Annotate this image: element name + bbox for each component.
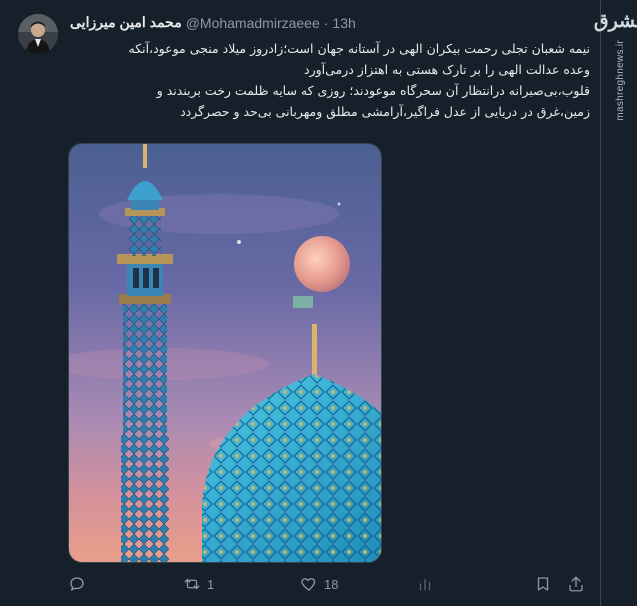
author-name[interactable]: محمد امین میرزایی: [70, 14, 182, 31]
tweet-line: قلوب،بی‌صبرانه درانتظار آن سحرگاه موعودن…: [156, 83, 590, 98]
divider: [600, 0, 601, 606]
tweet-line: وعده عدالت الهی را بر تارک هستی به اهتزا…: [304, 62, 590, 77]
retweet-icon: [184, 578, 200, 590]
author-handle[interactable]: @Mohamadmirzaeee: [186, 15, 320, 31]
reply-button[interactable]: [68, 572, 86, 596]
mosque-illustration: [69, 144, 381, 562]
bookmark-icon: [537, 577, 549, 591]
share-icon: [569, 576, 583, 592]
avatar[interactable]: [18, 14, 58, 54]
timestamp[interactable]: 13h: [332, 15, 355, 31]
separator: ·: [323, 14, 329, 31]
analytics-icon: [419, 578, 431, 591]
tweet-line: نیمه شعبان تجلی رحمت بیکران الهی در آستا…: [128, 41, 591, 56]
action-bar: 1 18: [68, 572, 590, 596]
like-count: 18: [324, 576, 339, 592]
share-button[interactable]: [567, 572, 585, 596]
tweet-header: محمد امین میرزایی @Mohamadmirzaeee · 13h: [70, 14, 590, 36]
bookmark-button[interactable]: [534, 572, 552, 596]
watermark-logo: مشرق: [593, 10, 637, 32]
tweet-card: مشرق mashreghnews.ir محمد امین میرزایی @…: [0, 0, 637, 606]
tweet-text: نیمه شعبان تجلی رحمت بیکران الهی در آستا…: [70, 38, 591, 122]
tweet-line: زمین،غرق در دریایی از عدل فراگیر،آرامشی …: [180, 104, 590, 119]
tweet-image[interactable]: [68, 143, 382, 563]
watermark: مشرق mashreghnews.ir: [594, 6, 637, 126]
avatar-image: [18, 14, 58, 54]
like-button[interactable]: 18: [300, 572, 338, 596]
watermark-url: mashreghnews.ir: [614, 40, 626, 121]
reply-icon: [70, 577, 84, 591]
retweet-button[interactable]: 1: [183, 572, 214, 596]
views-button[interactable]: [416, 572, 434, 596]
retweet-count: 1: [207, 576, 215, 592]
heart-icon: [301, 578, 316, 591]
